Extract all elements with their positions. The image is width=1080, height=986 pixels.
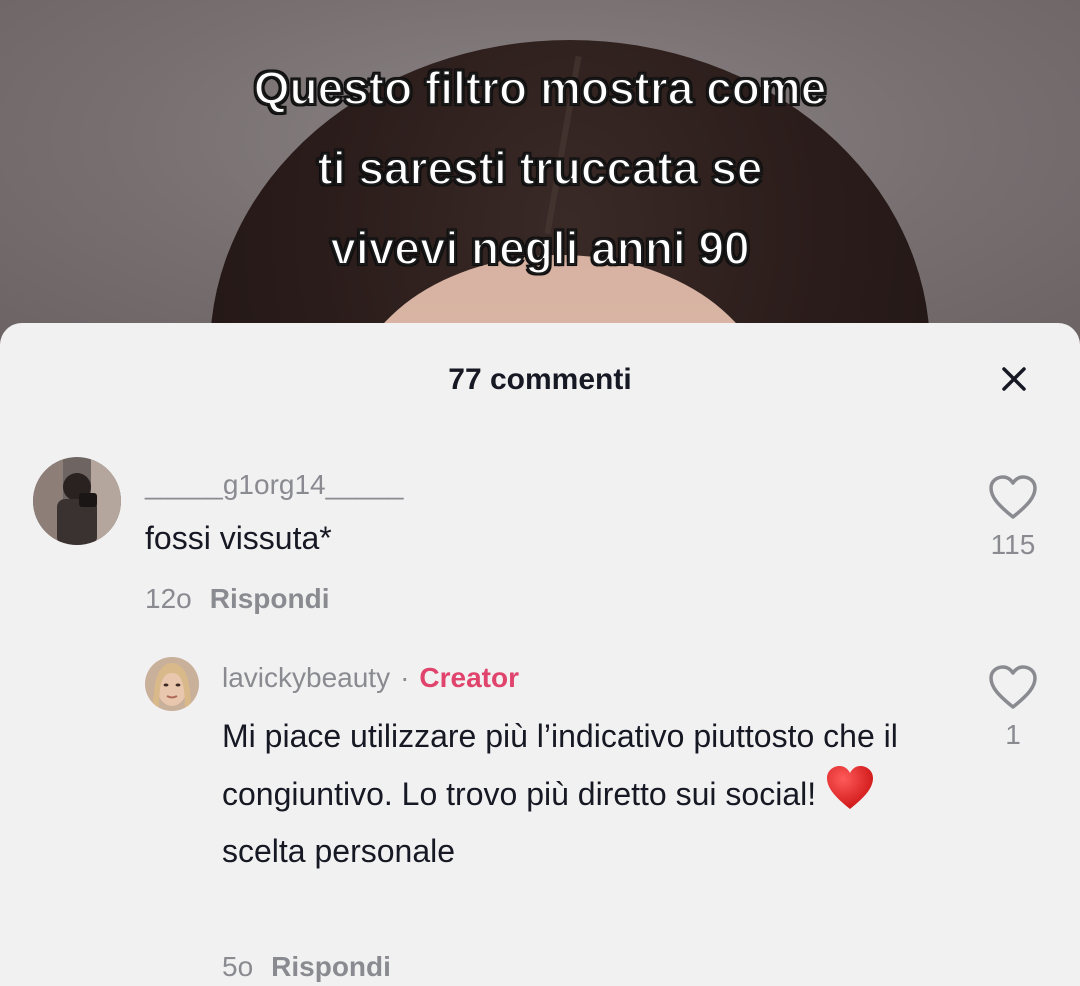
like-count: 1 — [1005, 719, 1021, 750]
caption-line-2: ti saresti truccata se — [317, 141, 764, 195]
like-count: 115 — [990, 529, 1036, 560]
comment-text: fossi vissuta* — [145, 520, 332, 556]
like-button[interactable]: 1 — [978, 665, 1048, 751]
like-button[interactable]: 115 — [978, 475, 1048, 561]
comments-sheet: 77 commenti _____g1org14_____ fossi viss… — [0, 323, 1080, 986]
comment-text-part-1: Mi piace utilizzare più l’indicativo piu… — [222, 718, 898, 812]
comment-username-row: lavickybeauty · Creator — [222, 662, 519, 694]
video-background[interactable]: Questo filtro mostra come ti saresti tru… — [0, 0, 1080, 345]
separator-dot: · — [400, 662, 410, 693]
avatar[interactable] — [33, 457, 121, 545]
red-heart-emoji-icon — [827, 766, 873, 809]
close-button[interactable] — [996, 361, 1032, 397]
comment-username[interactable]: lavickybeauty — [222, 662, 390, 693]
comment-meta: 12o Rispondi — [145, 583, 329, 615]
reply-button[interactable]: Rispondi — [210, 583, 330, 614]
caption-line-3: vivevi negli anni 90 — [329, 221, 750, 275]
comment-text: Mi piace utilizzare più l’indicativo piu… — [222, 708, 902, 880]
video-caption: Questo filtro mostra come ti saresti tru… — [0, 48, 1080, 288]
comments-count-title: 77 commenti — [448, 363, 632, 396]
heart-outline-icon — [989, 665, 1037, 709]
comment-time: 12o — [145, 583, 192, 614]
caption-line-1: Questo filtro mostra come — [253, 61, 828, 115]
creator-badge: Creator — [419, 662, 520, 693]
reply-button[interactable]: Rispondi — [271, 951, 391, 982]
close-icon — [1002, 367, 1026, 391]
comment-meta: 5o Rispondi — [222, 951, 391, 983]
avatar[interactable] — [145, 657, 199, 711]
heart-outline-icon — [989, 475, 1037, 519]
comment-time: 5o — [222, 951, 254, 982]
comment-text-part-2: scelta personale — [222, 833, 456, 869]
comment-username[interactable]: _____g1org14_____ — [145, 469, 403, 501]
